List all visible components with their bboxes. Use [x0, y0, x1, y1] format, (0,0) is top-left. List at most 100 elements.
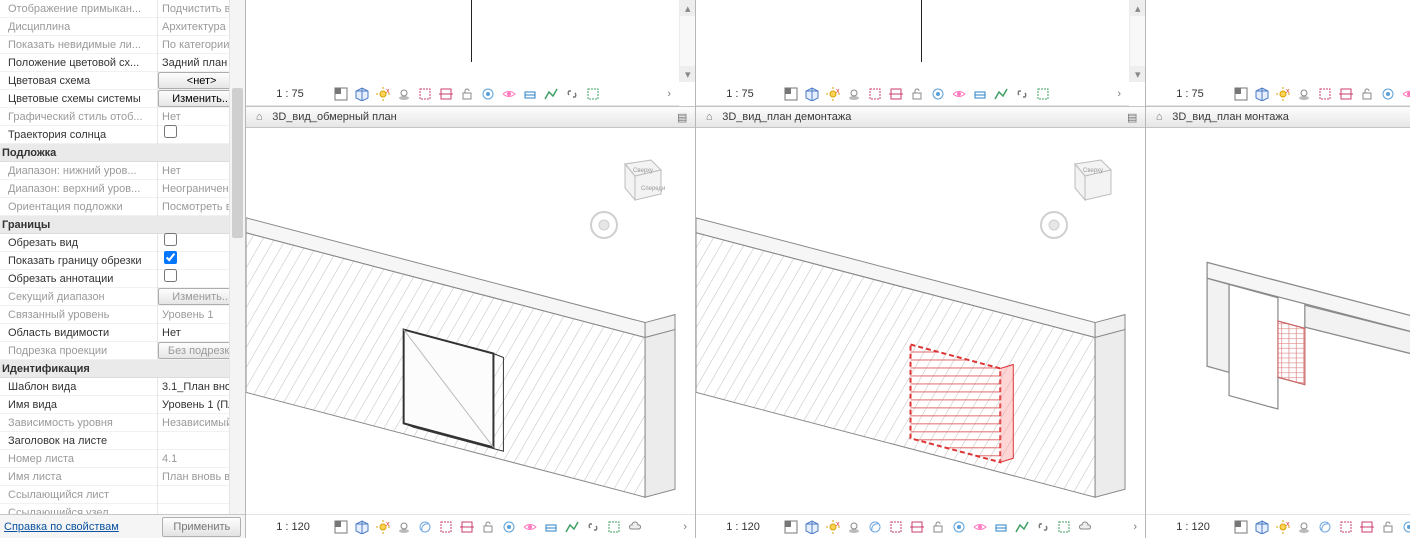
crop-icon[interactable] [437, 518, 454, 535]
unlock-icon[interactable] [458, 85, 475, 102]
scrollbar-thumb[interactable] [232, 88, 243, 238]
temp-hide-icon[interactable] [1379, 85, 1396, 102]
highlight-icon[interactable] [605, 518, 622, 535]
pane-scrollbar[interactable]: ▴ ▾ [1129, 0, 1145, 82]
pane-scrollbar[interactable]: ▴ ▾ [679, 0, 695, 82]
scroll-down-button[interactable]: ▾ [1130, 66, 1145, 82]
view-scale[interactable]: 1 : 75 [1176, 88, 1228, 100]
crop-icon[interactable] [1337, 518, 1354, 535]
property-checkbox[interactable] [164, 269, 177, 282]
rendering-icon[interactable] [866, 518, 883, 535]
help-link[interactable]: Справка по свойствам [4, 521, 119, 533]
visual-style-icon[interactable] [803, 85, 820, 102]
home-icon[interactable]: ⌂ [1152, 110, 1166, 124]
detail-level-icon[interactable] [332, 85, 349, 102]
reveal-icon[interactable] [971, 518, 988, 535]
unlock-icon[interactable] [929, 518, 946, 535]
sun-path-icon[interactable]: x [1274, 518, 1291, 535]
home-icon[interactable]: ⌂ [702, 110, 716, 124]
analytical-icon[interactable] [1013, 518, 1030, 535]
property-checkbox[interactable] [164, 233, 177, 246]
visual-style-icon[interactable] [353, 85, 370, 102]
constraint-icon[interactable] [971, 85, 988, 102]
shadows-icon[interactable] [1295, 85, 1312, 102]
analytical-icon[interactable] [542, 85, 559, 102]
sun-path-icon[interactable]: x [824, 518, 841, 535]
scroll-up-button[interactable]: ▴ [680, 0, 695, 16]
home-icon[interactable]: ⌂ [252, 110, 266, 124]
constraint-icon[interactable] [992, 518, 1009, 535]
detail-level-icon[interactable] [1232, 85, 1249, 102]
highlight-icon[interactable] [1055, 518, 1072, 535]
top-pane-2[interactable]: ▴ ▾ 1 : 75 x › [696, 0, 1145, 106]
reveal-icon[interactable] [950, 85, 967, 102]
view-scale[interactable]: 1 : 120 [726, 521, 778, 533]
apply-button[interactable]: Применить [162, 517, 241, 537]
detail-level-icon[interactable] [782, 518, 799, 535]
scroll-up-button[interactable]: ▴ [1130, 0, 1145, 16]
view-list-icon[interactable]: ▤ [1125, 111, 1139, 124]
crop-icon[interactable] [416, 85, 433, 102]
detail-level-icon[interactable] [332, 518, 349, 535]
reveal-icon[interactable] [500, 85, 517, 102]
rendering-icon[interactable] [416, 518, 433, 535]
top-pane-1[interactable]: ▴ ▾ 1 : 75 x › [246, 0, 695, 106]
link-icon[interactable] [1013, 85, 1030, 102]
property-checkbox[interactable] [164, 125, 177, 138]
section-ident[interactable]: Идентификация⌃ [0, 360, 245, 378]
scroll-down-button[interactable]: ▾ [680, 66, 695, 82]
cloud-icon[interactable] [626, 518, 643, 535]
link-icon[interactable] [1034, 518, 1051, 535]
shadows-icon[interactable] [845, 518, 862, 535]
view-canvas-1[interactable]: СверхуСпереди [246, 128, 695, 514]
view-canvas-3[interactable] [1146, 128, 1410, 514]
crop-show-icon[interactable] [437, 85, 454, 102]
section-bounds[interactable]: Границы⌃ [0, 216, 245, 234]
constraint-icon[interactable] [521, 85, 538, 102]
view-scale[interactable]: 1 : 75 [276, 88, 328, 100]
crop-show-icon[interactable] [887, 85, 904, 102]
analytical-icon[interactable] [992, 85, 1009, 102]
view-scale[interactable]: 1 : 75 [726, 88, 778, 100]
visual-style-icon[interactable] [803, 518, 820, 535]
shadows-icon[interactable] [1295, 518, 1312, 535]
view-scale[interactable]: 1 : 120 [276, 521, 328, 533]
toolbar-caret[interactable]: › [1129, 521, 1141, 533]
property-checkbox[interactable] [164, 251, 177, 264]
detail-level-icon[interactable] [1232, 518, 1249, 535]
temp-hide-icon[interactable] [1400, 518, 1410, 535]
top-pane-3[interactable]: 1 : 75 x [1146, 0, 1410, 106]
cloud-icon[interactable] [1076, 518, 1093, 535]
analytical-icon[interactable] [563, 518, 580, 535]
shadows-icon[interactable] [395, 85, 412, 102]
highlight-icon[interactable] [584, 85, 601, 102]
visual-style-icon[interactable] [353, 518, 370, 535]
shadows-icon[interactable] [395, 518, 412, 535]
crop-show-icon[interactable] [1337, 85, 1354, 102]
unlock-icon[interactable] [1379, 518, 1396, 535]
toolbar-caret[interactable]: › [663, 88, 675, 100]
view-scale[interactable]: 1 : 120 [1176, 521, 1228, 533]
section-underlay[interactable]: Подложка⌃ [0, 144, 245, 162]
view-list-icon[interactable]: ▤ [675, 111, 689, 124]
detail-level-icon[interactable] [782, 85, 799, 102]
visual-style-icon[interactable] [1253, 85, 1270, 102]
crop-show-icon[interactable] [458, 518, 475, 535]
shadows-icon[interactable] [845, 85, 862, 102]
crop-icon[interactable] [1316, 85, 1333, 102]
toolbar-caret[interactable]: › [1113, 88, 1125, 100]
crop-show-icon[interactable] [908, 518, 925, 535]
properties-scrollbar[interactable] [229, 0, 245, 514]
unlock-icon[interactable] [479, 518, 496, 535]
visual-style-icon[interactable] [1253, 518, 1270, 535]
crop-icon[interactable] [887, 518, 904, 535]
toolbar-caret[interactable]: › [679, 521, 691, 533]
link-icon[interactable] [584, 518, 601, 535]
sun-path-icon[interactable]: x [1274, 85, 1291, 102]
sun-path-icon[interactable]: x [824, 85, 841, 102]
link-icon[interactable] [563, 85, 580, 102]
sun-path-icon[interactable]: x [374, 85, 391, 102]
unlock-icon[interactable] [1358, 85, 1375, 102]
view-canvas-2[interactable]: Сверху [696, 128, 1145, 514]
constraint-icon[interactable] [542, 518, 559, 535]
